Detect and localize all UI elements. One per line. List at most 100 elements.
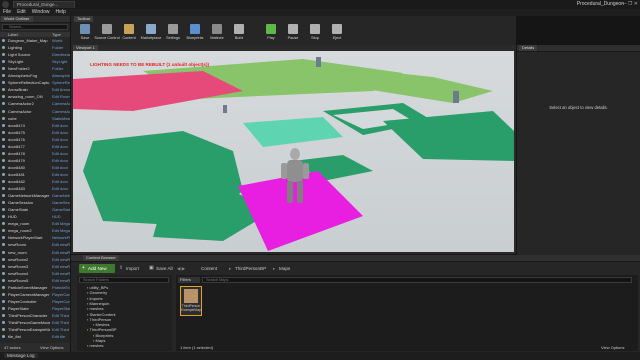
outliner-row[interactable]: PlayerController PlayerContr xyxy=(0,299,70,304)
visibility-eye-icon[interactable] xyxy=(2,215,5,219)
visibility-eye-icon[interactable] xyxy=(2,229,5,233)
toolbar-button-matinee[interactable]: Matinee xyxy=(207,23,227,44)
outliner-row[interactable]: door8478 Edit door xyxy=(0,151,70,156)
outliner-row[interactable]: door8483 Edit door xyxy=(0,186,70,191)
outliner-row[interactable]: HUD HUD xyxy=(0,214,70,219)
visibility-eye-icon[interactable] xyxy=(2,172,5,176)
visibility-eye-icon[interactable] xyxy=(2,299,5,303)
import-button[interactable]: ⇪ Import xyxy=(119,264,147,273)
outliner-row[interactable]: Dungeon_Maker_Map World xyxy=(0,38,70,43)
outliner-row[interactable]: PlayerCameraManagerPlayerCame xyxy=(0,292,70,297)
outliner-row[interactable]: ArrowBrain Edit Arrow xyxy=(0,87,70,92)
outliner-row[interactable]: door8474 Edit door xyxy=(0,123,70,128)
window-controls[interactable]: — ❐ ✕ xyxy=(622,1,638,7)
visibility-eye-icon[interactable] xyxy=(2,328,5,332)
outliner-row[interactable]: newRoom5 Edit newR xyxy=(0,278,70,283)
outliner-row[interactable]: mega_room2 Edit Mega xyxy=(0,228,70,233)
menu-edit[interactable]: Edit xyxy=(17,9,26,15)
visibility-eye-icon[interactable] xyxy=(2,180,5,183)
visibility-eye-icon[interactable] xyxy=(2,278,5,282)
outliner-row[interactable]: GameSession GameSessio xyxy=(0,200,70,205)
outliner-row[interactable]: PlayerState PlayerState xyxy=(0,306,70,311)
visibility-eye-icon[interactable] xyxy=(2,313,5,317)
toolbar-button-build[interactable]: Build xyxy=(229,23,249,44)
visibility-eye-icon[interactable] xyxy=(2,53,5,57)
visibility-eye-icon[interactable] xyxy=(2,102,5,106)
visibility-eye-icon[interactable] xyxy=(2,81,5,85)
outliner-row[interactable]: NetworkPlayerStart NetworkPlay xyxy=(0,235,70,240)
visibility-eye-icon[interactable] xyxy=(2,151,5,155)
visibility-eye-icon[interactable] xyxy=(2,74,5,78)
folder-search-input[interactable]: Search Folders xyxy=(79,277,169,283)
outliner-row[interactable]: NewFolder2 Folder xyxy=(0,66,70,71)
visibility-eye-icon[interactable] xyxy=(2,123,5,127)
visibility-eye-icon[interactable] xyxy=(2,67,5,71)
visibility-eye-icon[interactable] xyxy=(2,243,5,247)
toolbar-button-play[interactable]: Play xyxy=(261,23,281,44)
visibility-eye-icon[interactable] xyxy=(2,95,5,99)
outliner-row[interactable]: newRoom2 Edit newR xyxy=(0,257,70,262)
outliner-row[interactable]: door8479 Edit door xyxy=(0,158,70,163)
visibility-eye-icon[interactable] xyxy=(2,187,5,191)
outliner-row[interactable]: tile_flat Edit tile xyxy=(0,334,70,339)
visibility-eye-icon[interactable] xyxy=(2,321,5,324)
unreal-logo-icon[interactable] xyxy=(2,1,9,8)
visibility-eye-icon[interactable] xyxy=(2,158,5,162)
menu-window[interactable]: Window xyxy=(32,9,50,15)
outliner-row[interactable]: ThirdPersonCharacter Edit Third xyxy=(0,313,70,318)
column-label[interactable]: Label xyxy=(8,32,18,37)
outliner-row[interactable]: ThirdPersonExampleMap Edit Third xyxy=(0,327,70,332)
toolbar-button-marketplace[interactable]: Marketplace xyxy=(141,23,161,44)
visibility-eye-icon[interactable] xyxy=(2,285,5,289)
outliner-row[interactable]: CameraActor CameraActo xyxy=(0,109,70,114)
outliner-row[interactable]: newRoom3 Edit newR xyxy=(0,264,70,269)
filters-button[interactable]: Filters xyxy=(178,277,200,283)
outliner-row[interactable]: door8482 Edit door xyxy=(0,179,70,184)
toolbar-button-eject[interactable]: Eject xyxy=(327,23,347,44)
outliner-search-input[interactable]: Search... xyxy=(2,24,68,30)
level-tab[interactable]: Procedural_Dunge... xyxy=(13,1,75,8)
level-viewport[interactable] xyxy=(73,51,514,252)
menu-file[interactable]: File xyxy=(3,9,11,15)
outliner-row[interactable]: GameNetworkManagerGameNetwo xyxy=(0,193,70,198)
visibility-eye-icon[interactable] xyxy=(2,292,5,296)
visibility-eye-icon[interactable] xyxy=(2,130,5,134)
visibility-eye-icon[interactable] xyxy=(2,165,5,169)
outliner-row[interactable]: new_room Edit newR xyxy=(0,250,70,255)
breadcrumb-maps[interactable]: Maps xyxy=(279,266,290,271)
outliner-row[interactable]: CameraActor2 CameraActo xyxy=(0,101,70,106)
column-type[interactable]: Type xyxy=(52,32,61,37)
visibility-eye-icon[interactable] xyxy=(2,257,5,261)
outliner-row[interactable]: newRoom Edit newR xyxy=(0,242,70,247)
toolbar-button-pause[interactable]: Pause xyxy=(283,23,303,44)
visibility-eye-icon[interactable] xyxy=(2,201,5,205)
breadcrumb-thirdpersonbp[interactable]: ThirdPersonBP xyxy=(235,266,266,271)
tab-content-browser[interactable]: Content Browser xyxy=(83,255,119,261)
folder-tree-item[interactable]: ▪ meshes xyxy=(87,343,104,348)
nav-back-icon[interactable]: ◀ ▶ xyxy=(177,266,185,272)
outliner-row[interactable]: newRoom4 Edit newR xyxy=(0,271,70,276)
visibility-eye-icon[interactable] xyxy=(2,194,5,198)
visibility-eye-icon[interactable] xyxy=(2,46,5,50)
outliner-row[interactable]: AtmosphericFog Atmospheri xyxy=(0,73,70,78)
menu-help[interactable]: Help xyxy=(55,9,65,15)
visibility-eye-icon[interactable] xyxy=(2,144,5,148)
visibility-eye-icon[interactable] xyxy=(2,88,5,92)
visibility-eye-icon[interactable] xyxy=(2,39,5,42)
visibility-eye-icon[interactable] xyxy=(2,116,5,120)
cb-view-options[interactable]: View Options xyxy=(601,345,625,350)
toolbar-button-source-control[interactable]: Source Control xyxy=(94,23,120,44)
toolbar-button-settings[interactable]: Settings xyxy=(163,23,183,44)
visibility-eye-icon[interactable] xyxy=(2,264,5,268)
visibility-eye-icon[interactable] xyxy=(2,222,5,226)
outliner-row[interactable]: Light Source DirectionalL xyxy=(0,52,70,57)
outliner-row[interactable]: Lighting Folder xyxy=(0,45,70,50)
toolbar-button-content[interactable]: Content xyxy=(119,23,139,44)
toolbar-button-blueprints[interactable]: Blueprints xyxy=(185,23,205,44)
visibility-eye-icon[interactable] xyxy=(2,271,5,275)
visibility-eye-icon[interactable] xyxy=(2,137,5,141)
asset-search-input[interactable]: Search Maps xyxy=(202,277,632,283)
visibility-eye-icon[interactable] xyxy=(2,250,5,254)
message-log-tab[interactable]: Message Log xyxy=(4,353,38,358)
visibility-eye-icon[interactable] xyxy=(2,208,5,212)
